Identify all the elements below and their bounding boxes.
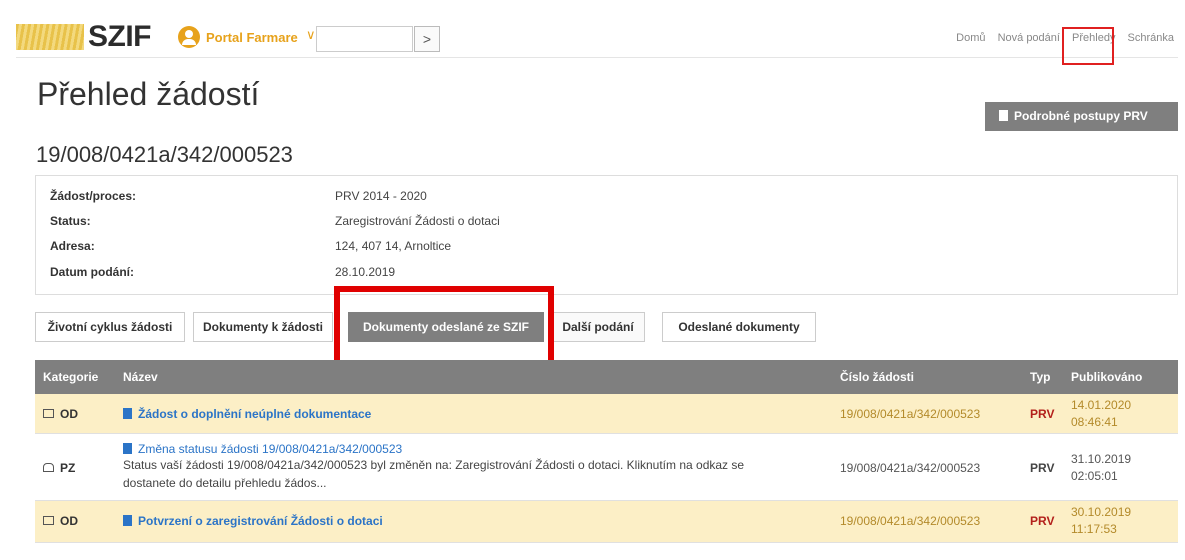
document-title[interactable]: Potvrzení o zaregistrování Žádosti o dot…: [123, 514, 383, 528]
published-time: 11:17:53: [1071, 522, 1117, 536]
category-cell: PZ: [43, 461, 75, 475]
info-label: Datum podání:: [50, 265, 134, 279]
table-header: Kategorie Název Číslo žádosti Typ Publik…: [35, 360, 1178, 394]
table-row[interactable]: PZ Změna statusu žádosti 19/008/0421a/34…: [35, 434, 1178, 501]
logo-stripes-icon: [16, 24, 84, 50]
category-cell: OD: [43, 407, 78, 421]
application-info-panel: Žádost/proces: PRV 2014 - 2020 Status: Z…: [35, 175, 1178, 295]
prv-procedures-label: Podrobné postupy PRV: [1014, 109, 1148, 123]
document-icon: [123, 515, 132, 526]
published-cell: 14.01.2020 08:46:41: [1071, 397, 1131, 431]
info-value: 28.10.2019: [335, 265, 396, 279]
top-bar: SZIF Portal Farmare ∨ > Domů Nová podání…: [16, 14, 1178, 58]
type-cell: PRV: [1030, 407, 1055, 421]
document-icon: [999, 110, 1008, 121]
nav-domu[interactable]: Domů: [956, 32, 985, 44]
published-date: 31.10.2019: [1071, 452, 1132, 466]
document-description: Status vaší žádosti 19/008/0421a/342/000…: [123, 458, 745, 472]
published-date: 30.10.2019: [1071, 505, 1132, 519]
envelope-icon: [43, 516, 54, 525]
type-cell: PRV: [1030, 461, 1055, 475]
page-title: Přehled žádostí: [37, 76, 260, 112]
type-cell: PRV: [1030, 514, 1055, 528]
nav-schranka[interactable]: Schránka: [1128, 32, 1174, 44]
info-value: Zaregistrování Žádosti o dotaci: [335, 214, 500, 228]
published-cell: 31.10.2019 02:05:01: [1071, 451, 1131, 485]
inbox-icon: [43, 463, 54, 472]
table-row[interactable]: OD Potvrzení o zaregistrování Žádosti o …: [35, 501, 1178, 543]
document-icon: [123, 443, 132, 454]
user-icon[interactable]: [178, 26, 200, 48]
published-cell: 30.10.2019 11:17:53: [1071, 504, 1131, 538]
document-title[interactable]: Změna statusu žádosti 19/008/0421a/342/0…: [123, 442, 823, 456]
info-value: 124, 407 14, Arnoltice: [335, 239, 452, 253]
application-number-cell: 19/008/0421a/342/000523: [840, 514, 981, 528]
highlight-box-prehledy: [1062, 27, 1114, 65]
tab-odeslane-dokumenty[interactable]: Odeslané dokumenty: [662, 312, 816, 342]
info-label: Žádost/proces:: [50, 189, 137, 203]
search-button[interactable]: >: [414, 26, 440, 52]
published-date: 14.01.2020: [1071, 398, 1132, 412]
envelope-icon: [43, 409, 54, 418]
info-label: Adresa:: [50, 239, 95, 253]
nav-nova-podani[interactable]: Nová podání: [998, 32, 1060, 44]
column-header-kategorie[interactable]: Kategorie: [43, 370, 98, 384]
szif-logo[interactable]: SZIF: [88, 20, 152, 54]
portal-farmare-menu[interactable]: Portal Farmare: [206, 30, 298, 45]
table-row[interactable]: OD Žádost o doplnění neúplné dokumentace…: [35, 394, 1178, 434]
document-icon: [123, 408, 132, 419]
column-header-cislo[interactable]: Číslo žádosti: [840, 370, 914, 384]
prv-procedures-button[interactable]: Podrobné postupy PRV: [985, 102, 1178, 131]
application-number: 19/008/0421a/342/000523: [36, 142, 293, 167]
info-value: PRV 2014 - 2020: [335, 189, 427, 203]
main-nav: Domů Nová podání Přehledy Schránka: [947, 32, 1174, 44]
column-header-nazev[interactable]: Název: [123, 370, 158, 384]
published-time: 08:46:41: [1071, 415, 1118, 429]
chevron-down-icon[interactable]: ∨: [306, 27, 316, 43]
document-entry[interactable]: Změna statusu žádosti 19/008/0421a/342/0…: [123, 442, 823, 492]
document-title[interactable]: Žádost o doplnění neúplné dokumentace: [123, 407, 371, 421]
tab-zivotni-cyklus[interactable]: Životní cyklus žádosti: [35, 312, 185, 342]
column-header-typ[interactable]: Typ: [1030, 370, 1050, 384]
application-number-cell: 19/008/0421a/342/000523: [840, 461, 981, 475]
application-number-cell: 19/008/0421a/342/000523: [840, 407, 981, 421]
published-time: 02:05:01: [1071, 469, 1118, 483]
tab-dokumenty-k-zadosti[interactable]: Dokumenty k žádosti: [193, 312, 333, 342]
search-input[interactable]: [316, 26, 413, 52]
tab-dalsi-podani[interactable]: Další podání: [551, 312, 645, 342]
column-header-publikovano[interactable]: Publikováno: [1071, 370, 1142, 384]
highlight-box-active-tab: [334, 286, 554, 366]
info-label: Status:: [50, 214, 91, 228]
category-cell: OD: [43, 514, 78, 528]
document-description-cont: dostanete do detailu přehledu žádos...: [123, 476, 327, 490]
